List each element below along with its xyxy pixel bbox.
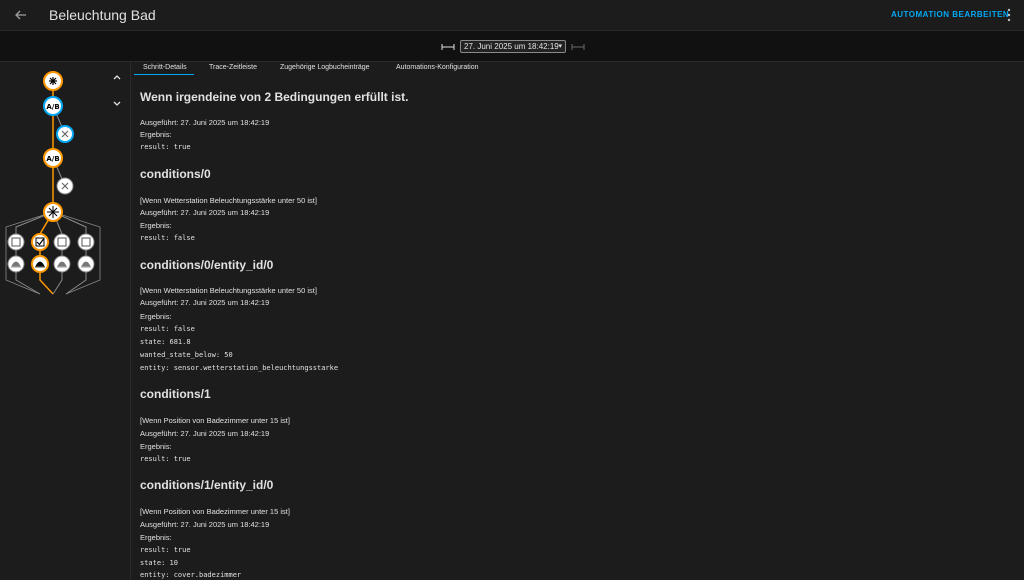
section-desc: [Wenn Position von Badezimmer unter 15 i… <box>140 507 290 516</box>
state-value: state: 681.8 <box>140 338 191 346</box>
svg-text:A/B: A/B <box>46 155 59 163</box>
result-label: Ergebnis: <box>140 221 172 230</box>
chevron-down-icon: ▾ <box>558 43 562 50</box>
dots-vertical-icon[interactable] <box>1006 8 1012 22</box>
executed-text: Ausgeführt: 27. Juni 2025 um 18:42:19 <box>140 429 270 438</box>
section-desc: [Wenn Wetterstation Beleuchtungsstärke u… <box>140 286 317 295</box>
executed-text: Ausgeführt: 27. Juni 2025 um 18:42:19 <box>140 118 270 127</box>
page-title: Beleuchtung Bad <box>49 7 156 23</box>
executed-text: Ausgeführt: 27. Juni 2025 um 18:42:19 <box>140 208 270 217</box>
tab-automation-config[interactable]: Automations-Konfiguration <box>396 64 479 71</box>
step-details-panel: Wenn irgendeine von 2 Bedingungen erfüll… <box>131 76 1024 580</box>
result-value: result: true <box>140 546 191 554</box>
result-label: Ergebnis: <box>140 533 172 542</box>
executed-text: Ausgeführt: 27. Juni 2025 um 18:42:19 <box>140 298 270 307</box>
step-heading: Wenn irgendeine von 2 Bedingungen erfüll… <box>140 90 409 104</box>
option-checkbox-icon[interactable] <box>7 233 25 251</box>
section-desc: [Wenn Wetterstation Beleuchtungsstärke u… <box>140 196 317 205</box>
result-value: result: false <box>140 234 195 242</box>
close-node-icon[interactable] <box>56 177 74 195</box>
trace-select-value: 27. Juni 2025 um 18:42:19 <box>464 42 559 51</box>
cover-action-icon[interactable] <box>31 255 49 273</box>
cover-action-icon[interactable] <box>77 255 95 273</box>
section-title: conditions/1/entity_id/0 <box>140 478 274 492</box>
older-trace-icon[interactable] <box>441 43 455 51</box>
section-title: conditions/0 <box>140 167 211 181</box>
section-title: conditions/0/entity_id/0 <box>140 258 274 272</box>
cover-action-icon[interactable] <box>53 255 71 273</box>
active-tab-indicator <box>134 74 194 75</box>
edit-automation-button[interactable]: AUTOMATION BEARBEITEN <box>891 10 1009 19</box>
newer-trace-icon[interactable] <box>571 43 585 51</box>
close-node-icon[interactable] <box>56 125 74 143</box>
trace-select[interactable]: 27. Juni 2025 um 18:42:19 ▾ <box>460 40 566 53</box>
condition-node-icon[interactable]: A/B <box>43 148 63 168</box>
result-label: Ergebnis: <box>140 312 172 321</box>
result-label: Ergebnis: <box>140 442 172 451</box>
cover-action-icon[interactable] <box>7 255 25 273</box>
automation-graph: A/B A/B <box>5 71 101 295</box>
svg-text:A/B: A/B <box>46 103 59 111</box>
result-value: result: true <box>140 143 191 151</box>
option-checkbox-checked-icon[interactable] <box>31 233 49 251</box>
wanted-state-value: wanted_state_below: 50 <box>140 351 233 359</box>
arrow-left-icon[interactable] <box>13 7 29 23</box>
executed-text: Ausgeführt: 27. Juni 2025 um 18:42:19 <box>140 520 270 529</box>
tab-logbook[interactable]: Zugehörige Logbucheinträge <box>280 64 370 71</box>
condition-node-icon[interactable]: A/B <box>43 96 63 116</box>
trace-graph-panel: A/B A/B <box>0 62 131 580</box>
option-checkbox-icon[interactable] <box>53 233 71 251</box>
trigger-node-icon[interactable] <box>43 71 63 91</box>
result-value: result: false <box>140 325 195 333</box>
option-checkbox-icon[interactable] <box>77 233 95 251</box>
entity-value: entity: sensor.wetterstation_beleuchtung… <box>140 364 339 372</box>
result-value: result: true <box>140 455 191 463</box>
trace-toolbar: 27. Juni 2025 um 18:42:19 ▾ <box>0 30 1024 62</box>
state-value: state: 10 <box>140 559 178 567</box>
choose-node-icon[interactable] <box>43 202 63 222</box>
chevron-up-icon[interactable] <box>112 73 122 81</box>
section-title: conditions/1 <box>140 387 211 401</box>
top-app-bar: Beleuchtung Bad AUTOMATION BEARBEITEN <box>0 0 1024 30</box>
chevron-down-icon[interactable] <box>112 100 122 108</box>
tab-step-details[interactable]: Schritt-Details <box>143 64 187 71</box>
tab-trace-timeline[interactable]: Trace-Zeitleiste <box>209 64 257 71</box>
tab-bar: Schritt-Details Trace-Zeitleiste Zugehör… <box>131 62 1024 76</box>
result-label: Ergebnis: <box>140 130 172 139</box>
section-desc: [Wenn Position von Badezimmer unter 15 i… <box>140 416 290 425</box>
entity-value: entity: cover.badezimmer <box>140 571 242 579</box>
